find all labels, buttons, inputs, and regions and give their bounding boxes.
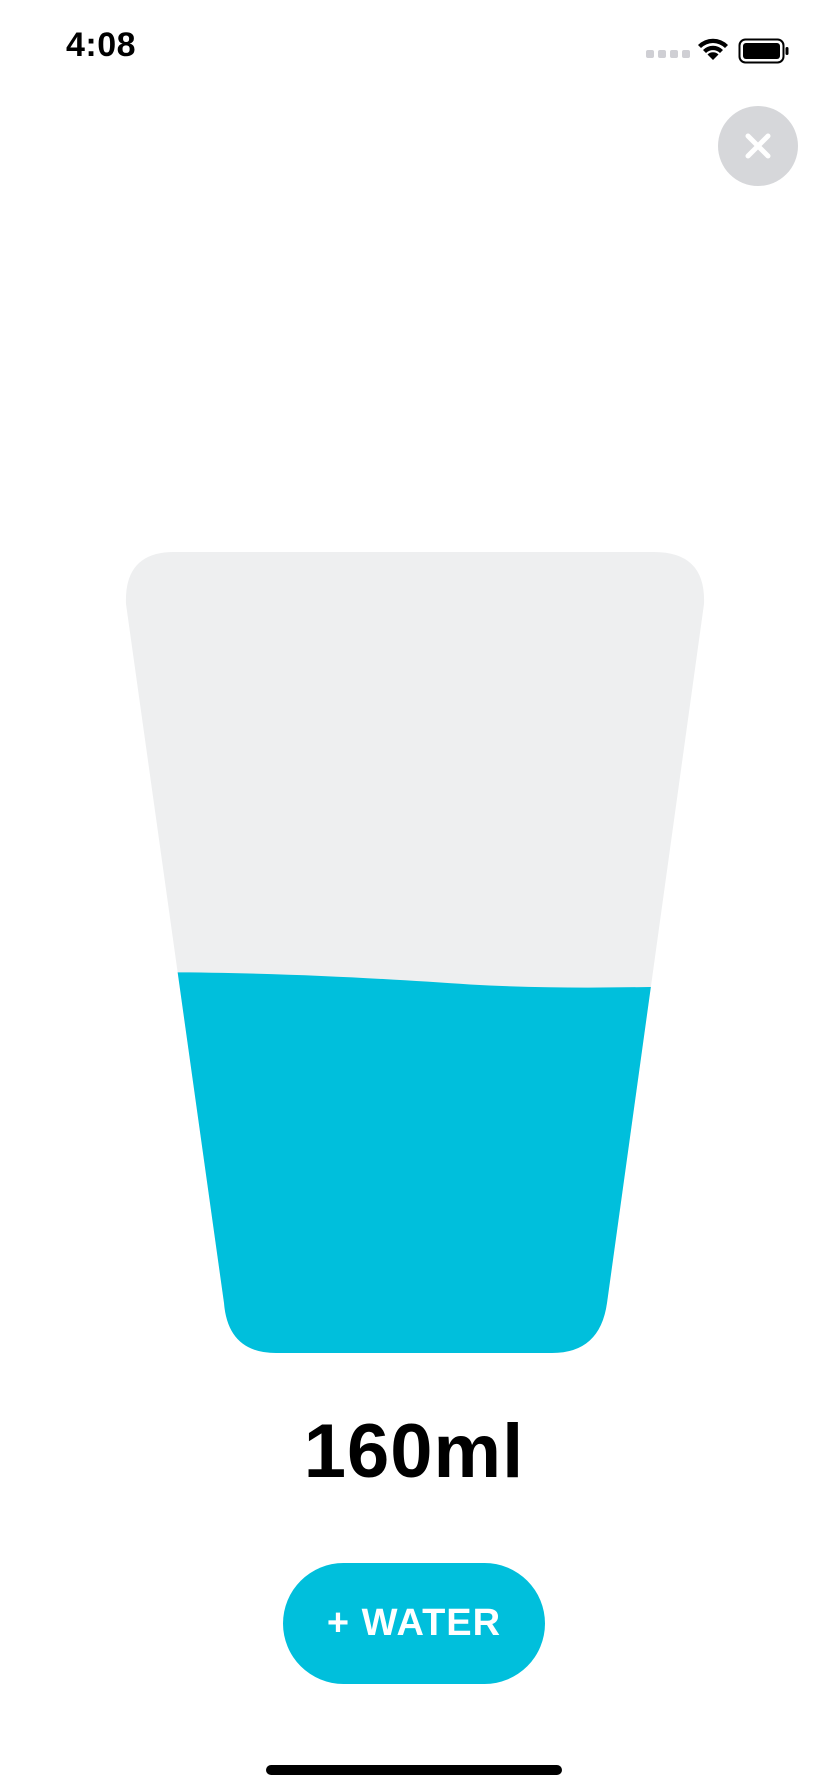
status-time: 4:08 [66,26,137,64]
close-button[interactable] [718,106,798,186]
add-water-label: + WATER [326,1602,502,1644]
home-indicator [266,1765,562,1775]
close-icon [745,133,771,159]
cellular-signal-icon [646,50,690,58]
battery-icon [738,38,789,64]
glass-water-fill [125,972,705,1353]
status-icons [646,32,796,68]
glass-empty-area [125,552,705,1353]
water-amount: 160ml [303,1409,525,1494]
add-water-button[interactable]: + WATER [283,1563,545,1684]
wifi-icon [698,38,728,60]
water-glass [125,552,705,1353]
